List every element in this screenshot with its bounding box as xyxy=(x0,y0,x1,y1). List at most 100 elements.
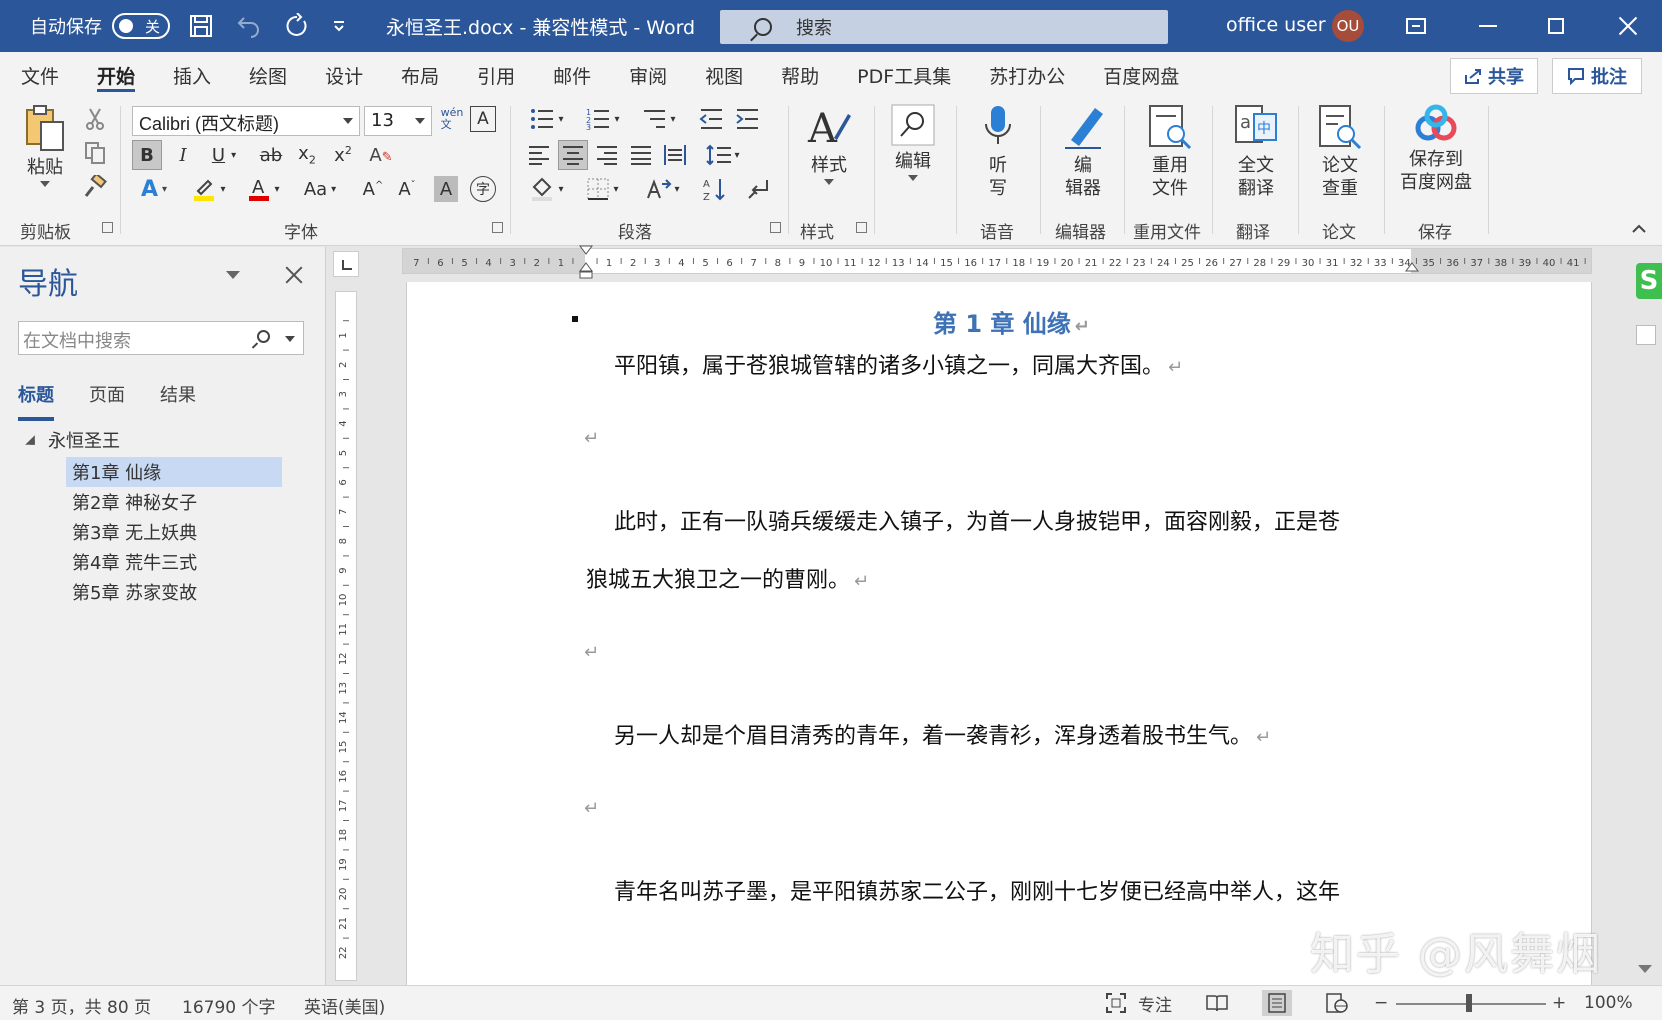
paragraph-dialog-launcher[interactable] xyxy=(770,222,781,233)
paragraph[interactable]: 平阳镇，属于苍狼城管辖的诸多小镇之一，同属大齐国。 ↵ xyxy=(614,348,1183,380)
sort-button[interactable]: AZ xyxy=(700,174,730,204)
collapse-ribbon-button[interactable] xyxy=(1626,218,1652,240)
save-to-baidu-button[interactable]: 保存到 百度网盘 xyxy=(1396,104,1476,194)
multilevel-list-button[interactable]: ▾ xyxy=(636,104,682,134)
close-window-button[interactable] xyxy=(1594,0,1662,52)
chevron-down-icon[interactable] xyxy=(285,336,295,342)
tab-pdf-tools[interactable]: PDF工具集 xyxy=(838,52,970,98)
chapter-heading[interactable]: 第 1 章 仙缘 ↵ xyxy=(933,304,1090,339)
character-shading-button[interactable]: A xyxy=(434,176,458,202)
distributed-button[interactable] xyxy=(660,140,690,170)
tab-soda-office[interactable]: 苏打办公 xyxy=(970,52,1084,98)
change-case-button[interactable]: Aa ▾ xyxy=(298,174,342,204)
print-layout-button[interactable] xyxy=(1262,990,1292,1016)
user-name[interactable]: office user xyxy=(1226,14,1326,36)
numbering-button[interactable]: 1 2 3 ▾ xyxy=(580,104,626,134)
search-box[interactable]: 搜索 xyxy=(720,10,1168,44)
tab-mailings[interactable]: 邮件 xyxy=(534,52,610,98)
font-size-select[interactable]: 13 xyxy=(364,106,432,136)
zoom-slider-thumb[interactable] xyxy=(1466,994,1472,1012)
tab-selector[interactable] xyxy=(333,251,359,277)
tab-layout[interactable]: 布局 xyxy=(382,52,458,98)
tab-references[interactable]: 引用 xyxy=(458,52,534,98)
minimize-button[interactable] xyxy=(1454,0,1522,52)
tab-view[interactable]: 视图 xyxy=(686,52,762,98)
align-right-button[interactable] xyxy=(592,140,622,170)
indent-marker[interactable] xyxy=(579,245,593,279)
subscript-button[interactable]: x2 xyxy=(292,140,322,170)
redo-icon[interactable] xyxy=(280,9,314,43)
document-page[interactable]: 第 1 章 仙缘 ↵ 平阳镇，属于苍狼城管辖的诸多小镇之一，同属大齐国。 ↵ ↵ 此… xyxy=(406,282,1592,985)
superscript-button[interactable]: x2 xyxy=(328,140,358,170)
vertical-scrollbar[interactable]: S xyxy=(1630,247,1662,985)
show-marks-button[interactable] xyxy=(744,174,774,204)
grow-font-button[interactable]: A^ xyxy=(358,174,388,204)
heading-item[interactable]: 第2章 神秘女子 xyxy=(66,487,282,517)
font-color-button[interactable]: A ▾ xyxy=(242,174,286,204)
highlight-button[interactable]: ▾ xyxy=(186,174,232,204)
paste-button[interactable]: 粘贴 xyxy=(22,104,68,187)
chinese-layout-button[interactable]: ▾ xyxy=(640,174,686,204)
styles-dialog-launcher[interactable] xyxy=(856,222,867,233)
extension-icon[interactable]: S xyxy=(1636,263,1662,299)
justify-button[interactable] xyxy=(626,140,656,170)
tab-review[interactable]: 审阅 xyxy=(610,52,686,98)
vertical-ruler[interactable]: 1 2 3 4 5 6 7 8 9 10 11 12 13 14 15 16 17 18 19 20 21 22 xyxy=(335,291,357,981)
copy-button[interactable] xyxy=(80,138,110,168)
nav-tab-pages[interactable]: 页面 xyxy=(89,381,125,421)
save-icon[interactable] xyxy=(184,9,218,43)
zoom-out-icon[interactable]: − xyxy=(1374,993,1388,1013)
paragraph[interactable]: 此时，正有一队骑兵缓缓走入镇子，为首一人身披铠甲，面容刚毅，正是苍 xyxy=(614,504,1340,536)
strikethrough-button[interactable]: ab xyxy=(256,140,286,170)
comments-button[interactable]: 批注 xyxy=(1552,58,1642,94)
editing-button[interactable]: 编辑 xyxy=(888,104,938,181)
undo-icon[interactable] xyxy=(232,9,266,43)
bold-button[interactable]: B xyxy=(132,140,162,170)
right-indent-marker[interactable] xyxy=(1405,261,1419,275)
underline-button[interactable]: U ▾ xyxy=(202,140,246,170)
font-dialog-launcher[interactable] xyxy=(492,222,503,233)
share-button[interactable]: 共享 xyxy=(1450,58,1538,94)
paragraph[interactable]: 青年名叫苏子墨，是平阳镇苏家二公子，刚刚十七岁便已经高中举人，这年 xyxy=(614,874,1340,906)
dictate-button[interactable]: 听 写 xyxy=(980,104,1016,200)
translate-document-button[interactable]: a中 全文 翻译 xyxy=(1230,104,1282,200)
phonetic-guide-button[interactable]: wén 文 xyxy=(438,104,466,134)
increase-indent-button[interactable] xyxy=(732,104,762,134)
language-status[interactable]: 英语(美国) xyxy=(304,993,385,1018)
reuse-files-button[interactable]: 重用 文件 xyxy=(1144,104,1196,200)
heading-tree-root[interactable]: 永恒圣王 xyxy=(24,427,120,453)
tab-home[interactable]: 开始 xyxy=(78,52,154,98)
zoom-level[interactable]: 100% xyxy=(1584,993,1633,1013)
heading-item[interactable]: 第5章 苏家变故 xyxy=(66,577,282,607)
web-layout-button[interactable] xyxy=(1322,990,1352,1016)
character-border-button[interactable]: A xyxy=(470,106,496,132)
heading-item[interactable]: 第3章 无上妖典 xyxy=(66,517,282,547)
align-left-button[interactable] xyxy=(524,140,554,170)
font-name-select[interactable]: Calibri (西文标题) xyxy=(132,106,360,136)
tab-file[interactable]: 文件 xyxy=(0,52,78,98)
chevron-down-icon[interactable] xyxy=(226,271,240,279)
bullets-button[interactable]: ▾ xyxy=(524,104,570,134)
close-icon[interactable] xyxy=(284,265,304,285)
tab-insert[interactable]: 插入 xyxy=(154,52,230,98)
word-count[interactable]: 16790 个字 xyxy=(182,993,275,1018)
tab-baidu-netdisk[interactable]: 百度网盘 xyxy=(1084,52,1198,98)
maximize-button[interactable] xyxy=(1522,0,1590,52)
heading-item[interactable]: 第4章 荒牛三式 xyxy=(66,547,282,577)
format-painter-button[interactable] xyxy=(80,172,110,202)
enclose-characters-button[interactable]: 字 xyxy=(470,176,496,202)
decrease-indent-button[interactable] xyxy=(696,104,726,134)
shrink-font-button[interactable]: Aˇ xyxy=(392,174,422,204)
document-search-input[interactable]: 在文档中搜索 xyxy=(18,321,304,355)
scroll-down-icon[interactable] xyxy=(1638,965,1652,973)
zoom-in-icon[interactable]: + xyxy=(1552,993,1566,1013)
focus-mode-button[interactable]: 专注 xyxy=(1106,990,1172,1016)
paragraph[interactable]: 另一人却是个眉目清秀的青年，着一袭青衫，浑身透着股书生气。 ↵ xyxy=(614,718,1271,750)
borders-button[interactable]: ▾ xyxy=(580,174,626,204)
nav-tab-results[interactable]: 结果 xyxy=(160,381,196,421)
tab-help[interactable]: 帮助 xyxy=(762,52,838,98)
page-count[interactable]: 第 3 页，共 80 页 xyxy=(12,993,151,1018)
nav-tab-headings[interactable]: 标题 xyxy=(18,381,54,421)
autosave-toggle[interactable]: 关 xyxy=(112,13,170,39)
editor-button[interactable]: 编 辑器 xyxy=(1058,104,1108,200)
